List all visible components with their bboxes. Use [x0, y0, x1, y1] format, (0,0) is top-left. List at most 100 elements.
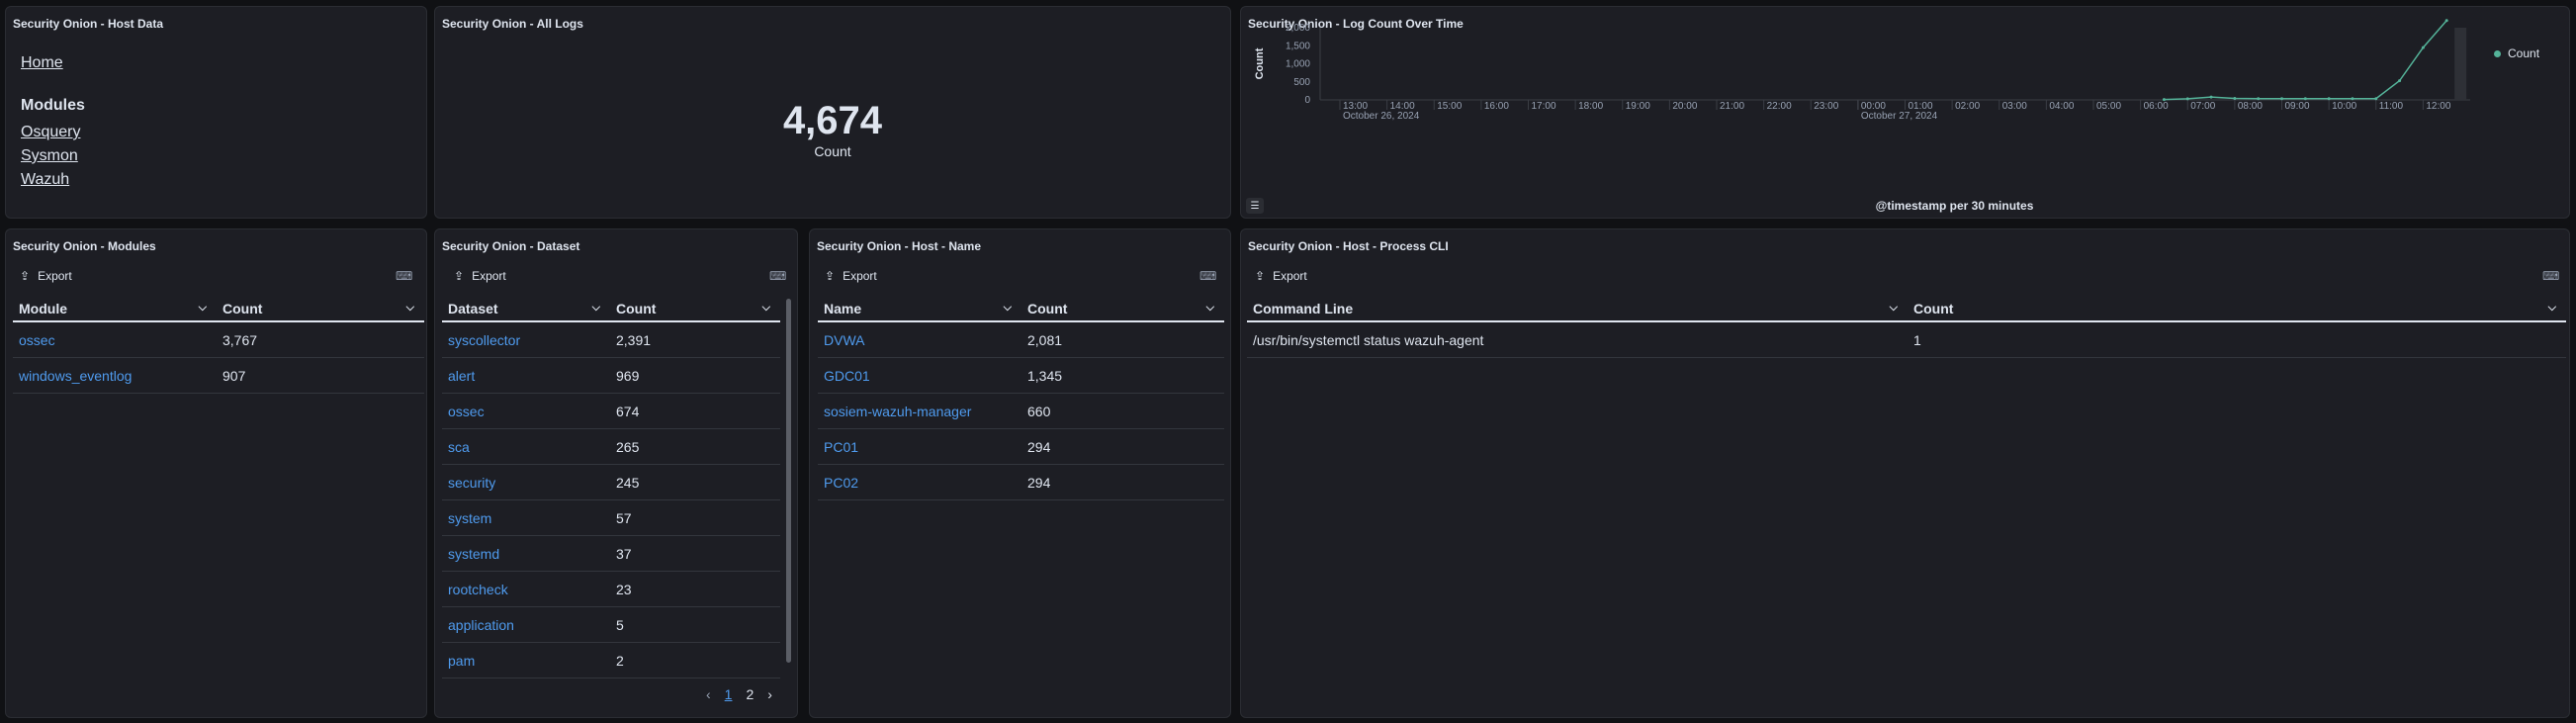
legend-toggle-button[interactable]: ☰ [1246, 198, 1264, 214]
keyboard-icon[interactable]: ⌨ [1199, 269, 1216, 283]
keyboard-icon[interactable]: ⌨ [396, 269, 412, 283]
chevron-down-icon[interactable]: ⌵ [762, 302, 770, 315]
chevron-left-icon[interactable]: ‹ [706, 686, 711, 702]
dataset-cell[interactable]: ossec [442, 404, 610, 419]
export-label: Export [38, 269, 72, 283]
dataset-cell[interactable]: system [442, 510, 610, 526]
table-row: security 245 [442, 465, 780, 500]
export-button[interactable]: ⇪ Export [20, 269, 72, 283]
chevron-down-icon[interactable]: ⌵ [199, 302, 207, 315]
list-icon: ☰ [1250, 200, 1260, 212]
data-point [2209, 95, 2213, 99]
share-icon: ⇪ [1255, 269, 1266, 283]
table-row: systemd 37 [442, 536, 780, 572]
data-point [2185, 97, 2189, 101]
scrollbar[interactable] [786, 299, 791, 663]
table-row: rootcheck 23 [442, 572, 780, 607]
x-tick-label: 15:00 [1437, 101, 1462, 112]
legend[interactable]: Count [2494, 46, 2539, 60]
column-header-count[interactable]: Count ⌵ [217, 301, 424, 316]
column-header-count[interactable]: Count ⌵ [610, 301, 780, 316]
module-link-wazuh[interactable]: Wazuh [21, 168, 80, 192]
chevron-down-icon[interactable]: ⌵ [592, 302, 600, 315]
count-cell: 245 [616, 474, 640, 491]
hostname-cell[interactable]: DVWA [818, 332, 1022, 348]
table-row: /usr/bin/systemctl status wazuh-agent 1 [1247, 322, 2566, 358]
column-header-count[interactable]: Count ⌵ [1022, 301, 1224, 316]
host-data-panel: Security Onion - Host Data Home Modules … [5, 6, 427, 219]
table-row: application 5 [442, 607, 780, 643]
share-icon: ⇪ [825, 269, 836, 283]
dataset-cell[interactable]: pam [442, 653, 610, 669]
dataset-cell[interactable]: alert [442, 368, 610, 384]
module-link-osquery[interactable]: Osquery [21, 121, 80, 144]
column-header-name[interactable]: Name ⌵ [818, 301, 1022, 316]
table-header: Dataset ⌵ Count ⌵ [442, 296, 780, 322]
data-point [2374, 97, 2378, 101]
x-tick-label: 18:00 [1578, 101, 1603, 112]
all-logs-panel: Security Onion - All Logs 4,674 Count [434, 6, 1231, 219]
log-count-chart-panel: Security Onion - Log Count Over Time 0 50… [1240, 6, 2570, 219]
panel-title: Security Onion - Host Data [13, 17, 164, 31]
dataset-cell[interactable]: sca [442, 439, 610, 455]
log-count-label: Count [814, 143, 851, 159]
data-point [2351, 97, 2354, 101]
x-tick-label: 20:00 [1672, 101, 1697, 112]
count-cell: 969 [616, 367, 640, 384]
column-header-dataset[interactable]: Dataset ⌵ [442, 301, 610, 316]
panel-title: Security Onion - Modules [13, 239, 156, 253]
count-cell: 674 [616, 403, 640, 419]
keyboard-icon[interactable]: ⌨ [769, 269, 786, 283]
home-link[interactable]: Home [21, 54, 63, 72]
hostname-cell[interactable]: GDC01 [818, 368, 1022, 384]
x-tick-label: 21:00 [1720, 101, 1744, 112]
chevron-down-icon[interactable]: ⌵ [2548, 302, 2556, 315]
dataset-cell[interactable]: rootcheck [442, 582, 610, 597]
x-tick-label: 22:00 [1767, 101, 1792, 112]
y-axis-label: Count [1254, 47, 1266, 79]
legend-dot-icon [2494, 49, 2501, 57]
module-cell[interactable]: windows_eventlog [13, 368, 217, 384]
dataset-cell[interactable]: syscollector [442, 332, 610, 348]
count-cell: 2,391 [616, 331, 652, 348]
y-tick-label: 1,500 [1286, 41, 1310, 51]
data-point [2257, 97, 2261, 101]
keyboard-icon[interactable]: ⌨ [2542, 269, 2559, 283]
table-row: PC01 294 [818, 429, 1224, 465]
count-cell: 1,345 [1027, 367, 1063, 384]
data-point [2233, 97, 2237, 101]
column-header-command-line[interactable]: Command Line ⌵ [1247, 301, 1908, 316]
chevron-down-icon[interactable]: ⌵ [1890, 302, 1898, 315]
chevron-right-icon[interactable]: › [767, 686, 772, 702]
hostname-cell[interactable]: PC01 [818, 439, 1022, 455]
hostname-cell[interactable]: sosiem-wazuh-manager [818, 404, 1022, 419]
x-tick-label: 10:00 [2332, 101, 2356, 112]
column-header-count[interactable]: Count ⌵ [1908, 301, 2566, 316]
x-tick-label: 09:00 [2285, 101, 2310, 112]
data-point [2444, 19, 2448, 23]
export-button[interactable]: ⇪ Export [1255, 269, 1307, 283]
column-header-module[interactable]: Module ⌵ [13, 301, 217, 316]
export-button[interactable]: ⇪ Export [825, 269, 877, 283]
table-header: Name ⌵ Count ⌵ [818, 296, 1224, 322]
hostname-cell[interactable]: PC02 [818, 475, 1022, 491]
y-tick-label: 1,000 [1286, 59, 1310, 70]
table-row: sca 265 [442, 429, 780, 465]
module-cell[interactable]: ossec [13, 332, 217, 348]
module-link-sysmon[interactable]: Sysmon [21, 144, 80, 168]
y-tick-label: 2,000 [1286, 23, 1310, 34]
dataset-cell[interactable]: security [442, 475, 610, 491]
log-count-line-chart: 05001,0001,5002,000Count13:00 14:00 15:00 1… [1254, 19, 2470, 213]
chevron-down-icon[interactable]: ⌵ [1206, 302, 1214, 315]
x-tick-label: 06:00 [2144, 101, 2169, 112]
export-button[interactable]: ⇪ Export [454, 269, 506, 283]
page-2-button[interactable]: 2 [746, 686, 754, 702]
x-tick-label: 04:00 [2049, 101, 2074, 112]
chevron-down-icon[interactable]: ⌵ [406, 302, 414, 315]
x-tick-label: 02:00 [1955, 101, 1980, 112]
dataset-cell[interactable]: application [442, 617, 610, 633]
data-point [2421, 45, 2425, 49]
page-1-button[interactable]: 1 [725, 686, 733, 702]
chevron-down-icon[interactable]: ⌵ [1004, 302, 1012, 315]
dataset-cell[interactable]: systemd [442, 546, 610, 562]
